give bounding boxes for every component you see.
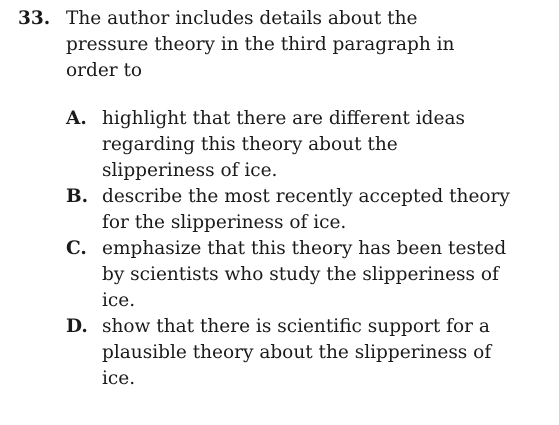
choice-d-text: show that there is scientific support fo… — [102, 316, 492, 389]
question-stem: The author includes details about the pr… — [66, 8, 455, 81]
question-number: 33. — [18, 8, 51, 29]
question-33: 33. The author includes details about th… — [18, 6, 548, 392]
choice-d[interactable]: D. show that there is scientific support… — [66, 314, 548, 392]
choice-c-letter: C. — [66, 238, 87, 259]
choice-b[interactable]: B. describe the most recently accepted t… — [66, 184, 548, 236]
choice-a-letter: A. — [66, 108, 87, 129]
question-header: 33. The author includes details about th… — [18, 6, 548, 84]
choice-d-letter: D. — [66, 316, 88, 337]
choice-b-letter: B. — [66, 186, 89, 207]
choice-c-text: emphasize that this theory has been test… — [102, 238, 507, 311]
choice-a[interactable]: A. highlight that there are different id… — [66, 106, 548, 184]
choice-b-text: describe the most recently accepted theo… — [102, 186, 510, 233]
answer-choices: A. highlight that there are different id… — [66, 106, 548, 392]
choice-a-text: highlight that there are different ideas… — [102, 108, 465, 181]
choice-c[interactable]: C. emphasize that this theory has been t… — [66, 236, 548, 314]
